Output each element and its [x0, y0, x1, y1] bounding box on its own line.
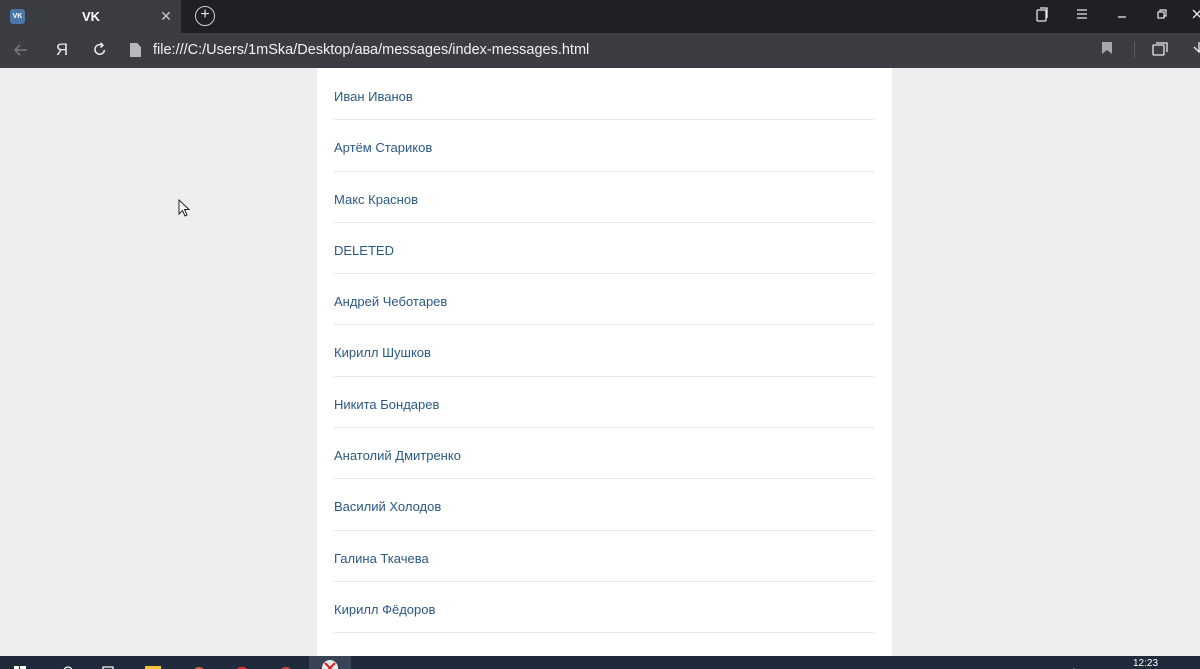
messages-panel: Иван Иванов Артём Стариков Макс Краснов …: [317, 68, 892, 656]
taskbar-clock[interactable]: 12:23: [1133, 658, 1158, 669]
contact-name[interactable]: Кирилл Шушков: [334, 345, 431, 360]
collections-icon[interactable]: [1152, 41, 1170, 59]
contact-name[interactable]: Иван Иванов: [334, 89, 413, 104]
system-tray-icons[interactable]: [1024, 662, 1075, 669]
contact-name[interactable]: Никита Бондарев: [334, 397, 439, 412]
windows-start-icon[interactable]: [12, 662, 28, 669]
app-red-icon[interactable]: [277, 662, 293, 669]
back-arrow-icon[interactable]: [12, 41, 30, 59]
contact-name[interactable]: Анатолий Дмитренко: [334, 448, 461, 463]
task-view-icon[interactable]: [100, 662, 116, 669]
contact-list-item[interactable]: Андрей Чеботарев: [334, 274, 874, 326]
opera-icon[interactable]: [233, 662, 249, 669]
file-icon: [130, 43, 141, 57]
minimize-icon[interactable]: [1114, 7, 1130, 25]
windows-taskbar: 12:23: [0, 656, 1200, 669]
browser-tab-vk[interactable]: VK VK ✕: [0, 0, 181, 33]
contact-name[interactable]: Василий Холодов: [334, 499, 441, 514]
contact-list-item[interactable]: Галина Ткачева: [334, 531, 874, 582]
close-tab-icon[interactable]: ✕: [159, 6, 173, 26]
restore-icon[interactable]: [1154, 7, 1170, 25]
browser-titlebar: VK VK ✕ +: [0, 0, 1200, 33]
hamburger-menu-icon[interactable]: [1074, 7, 1090, 25]
contact-name[interactable]: Артём Стариков: [334, 140, 432, 155]
downloads-icon[interactable]: [1034, 7, 1050, 25]
yandex-logo-icon[interactable]: Я: [53, 41, 71, 59]
contact-list-item[interactable]: Иван Иванов: [334, 69, 874, 121]
contact-list-item[interactable]: Анатолий Дмитренко: [334, 428, 874, 480]
address-field[interactable]: file:///C:/Users/1mSka/Desktop/ава/messa…: [124, 38, 1094, 63]
contact-list-item[interactable]: Макс Краснов: [334, 172, 874, 223]
app-icon[interactable]: [190, 662, 206, 669]
contact-name[interactable]: Макс Краснов: [334, 192, 418, 207]
mouse-cursor-icon: [178, 199, 190, 217]
search-icon[interactable]: [60, 662, 76, 669]
contact-name[interactable]: Кирилл Фёдоров: [334, 602, 435, 617]
contact-list-item[interactable]: Кирилл Фёдоров: [334, 582, 874, 634]
address-text[interactable]: file:///C:/Users/1mSka/Desktop/ава/messa…: [153, 42, 589, 58]
contact-list-item[interactable]: Никита Бондарев: [334, 377, 874, 429]
yandex-browser-taskbar-icon[interactable]: [309, 656, 351, 669]
contact-list: Иван Иванов Артём Стариков Макс Краснов …: [334, 69, 874, 634]
contact-list-item[interactable]: Артём Стариков: [334, 120, 874, 172]
download-arrow-icon[interactable]: [1190, 41, 1200, 59]
tab-title: VK: [82, 9, 101, 24]
bookmark-icon[interactable]: [1098, 41, 1116, 59]
contact-list-item[interactable]: Кирилл Шушков: [334, 325, 874, 377]
toolbar-divider: [1134, 42, 1135, 58]
file-explorer-icon[interactable]: [144, 662, 161, 669]
close-window-icon[interactable]: [1190, 7, 1200, 25]
vk-favicon-icon: VK: [10, 9, 25, 24]
new-tab-button[interactable]: +: [195, 6, 215, 26]
contact-list-item[interactable]: Василий Холодов: [334, 479, 874, 531]
contact-name[interactable]: DELETED: [334, 243, 394, 258]
browser-addressbar: Я file:///C:/Users/1mSka/Desktop/ава/mes…: [0, 33, 1200, 68]
contact-name[interactable]: Галина Ткачева: [334, 551, 429, 566]
contact-list-item[interactable]: DELETED: [334, 223, 874, 275]
reload-icon[interactable]: [91, 41, 109, 59]
contact-name[interactable]: Андрей Чеботарев: [334, 294, 447, 309]
